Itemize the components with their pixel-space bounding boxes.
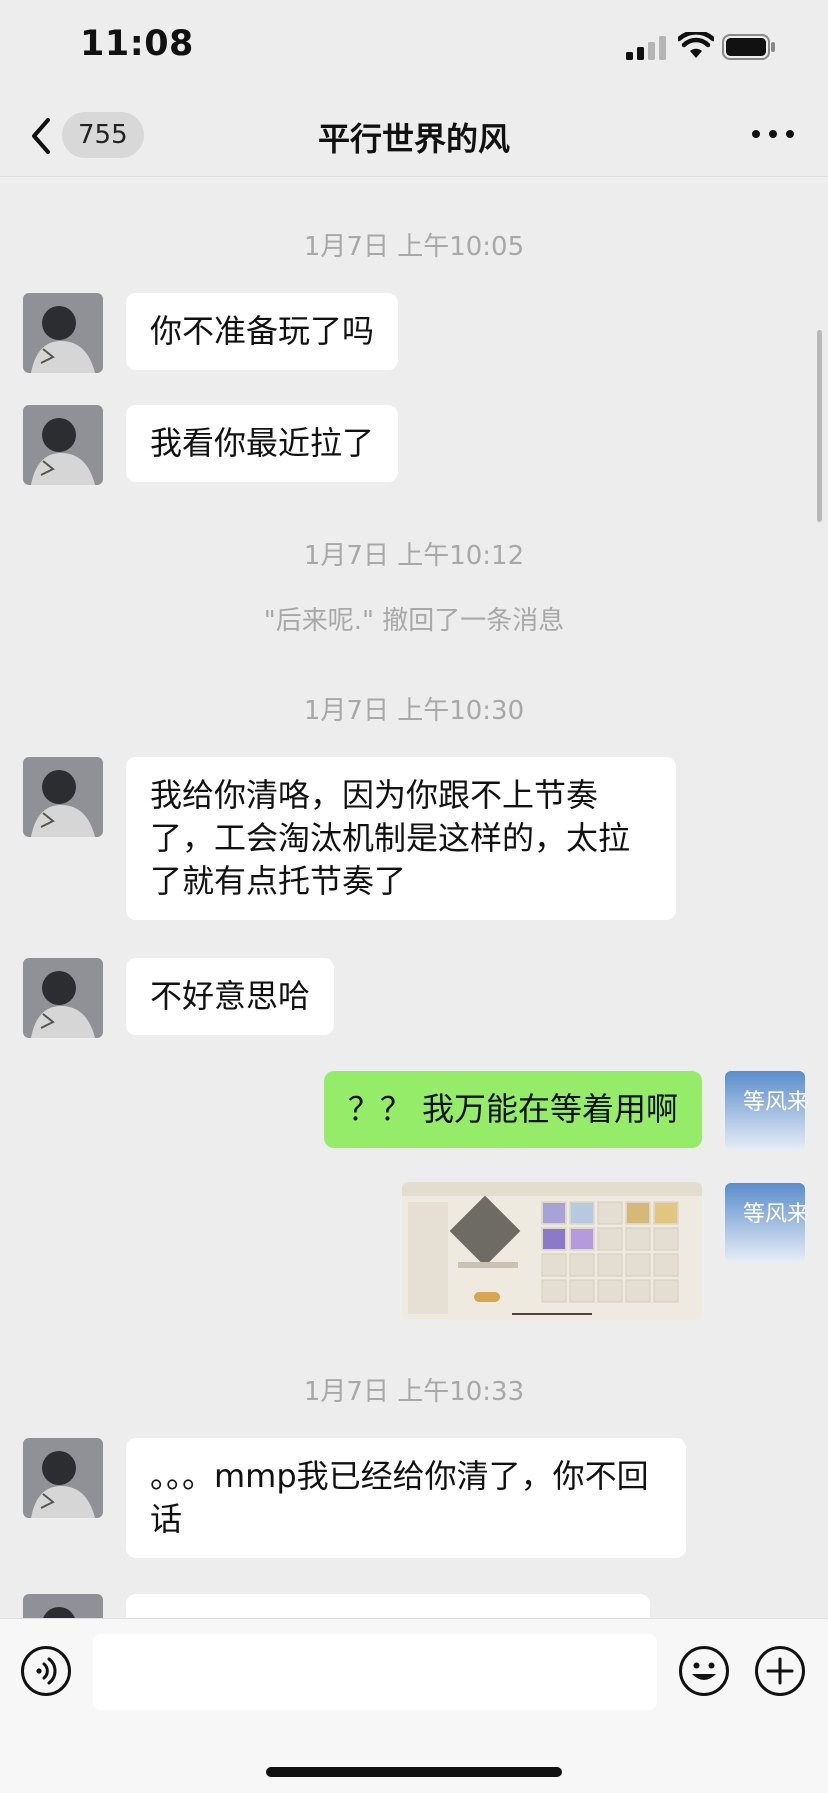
message-bubble[interactable]: 我给你清咯，因为你跟不上节奏了，工会淘汰机制是这样的，太拉了就有点托节奏了: [126, 757, 676, 920]
message-bubble[interactable]: 我看你最近拉了: [126, 405, 399, 482]
home-indicator[interactable]: [266, 1767, 562, 1777]
timestamp: 1月7日 上午10:05: [303, 232, 525, 262]
message-input[interactable]: [93, 1634, 657, 1710]
chat-title: 平行世界的风: [317, 120, 510, 158]
contact-avatar[interactable]: [23, 405, 103, 485]
avatar-text: 等风来: [743, 1090, 805, 1115]
status-bar: 11:08: [0, 0, 828, 96]
timestamp: 1月7日 上午10:12: [303, 541, 525, 571]
ellipsis-icon[interactable]: [748, 124, 798, 144]
contact-avatar[interactable]: [23, 1594, 103, 1618]
contact-avatar[interactable]: [23, 958, 103, 1038]
emoji-icon[interactable]: [678, 1645, 730, 1697]
input-bar: [0, 1618, 828, 1793]
wifi-icon: [678, 32, 714, 58]
message-bubble[interactable]: 你不准备玩了吗: [126, 293, 399, 370]
image-message[interactable]: [402, 1182, 702, 1320]
contact-avatar[interactable]: [23, 293, 103, 373]
message-bubble[interactable]: 。。。mmp我已经给你清了，你不回话: [126, 1438, 686, 1558]
message-bubble[interactable]: 不好意思哈: [126, 958, 335, 1035]
voice-icon[interactable]: [20, 1645, 72, 1697]
game-screenshot-thumbnail: [402, 1182, 702, 1320]
timestamp: 1月7日 上午10:30: [303, 696, 525, 726]
contact-avatar[interactable]: [23, 1438, 103, 1518]
my-avatar[interactable]: 等风来: [725, 1183, 805, 1263]
timestamp: 1月7日 上午10:33: [303, 1377, 525, 1407]
my-avatar[interactable]: 等风来: [725, 1071, 805, 1151]
chat-header: 755 平行世界的风: [0, 96, 828, 177]
my-message-bubble[interactable]: ？？ 我万能在等着用啊: [323, 1071, 702, 1148]
plus-circle-icon[interactable]: [754, 1645, 806, 1697]
scrollbar[interactable]: [817, 330, 822, 522]
battery-icon: [722, 34, 775, 60]
message-bubble-partial[interactable]: [126, 1594, 650, 1618]
avatar-text: 等风来: [743, 1202, 805, 1227]
status-time: 11:08: [80, 24, 194, 64]
cellular-signal-icon: [626, 36, 666, 60]
contact-avatar[interactable]: [23, 757, 103, 837]
recall-notice: "后来呢." 撤回了一条消息: [263, 606, 565, 636]
